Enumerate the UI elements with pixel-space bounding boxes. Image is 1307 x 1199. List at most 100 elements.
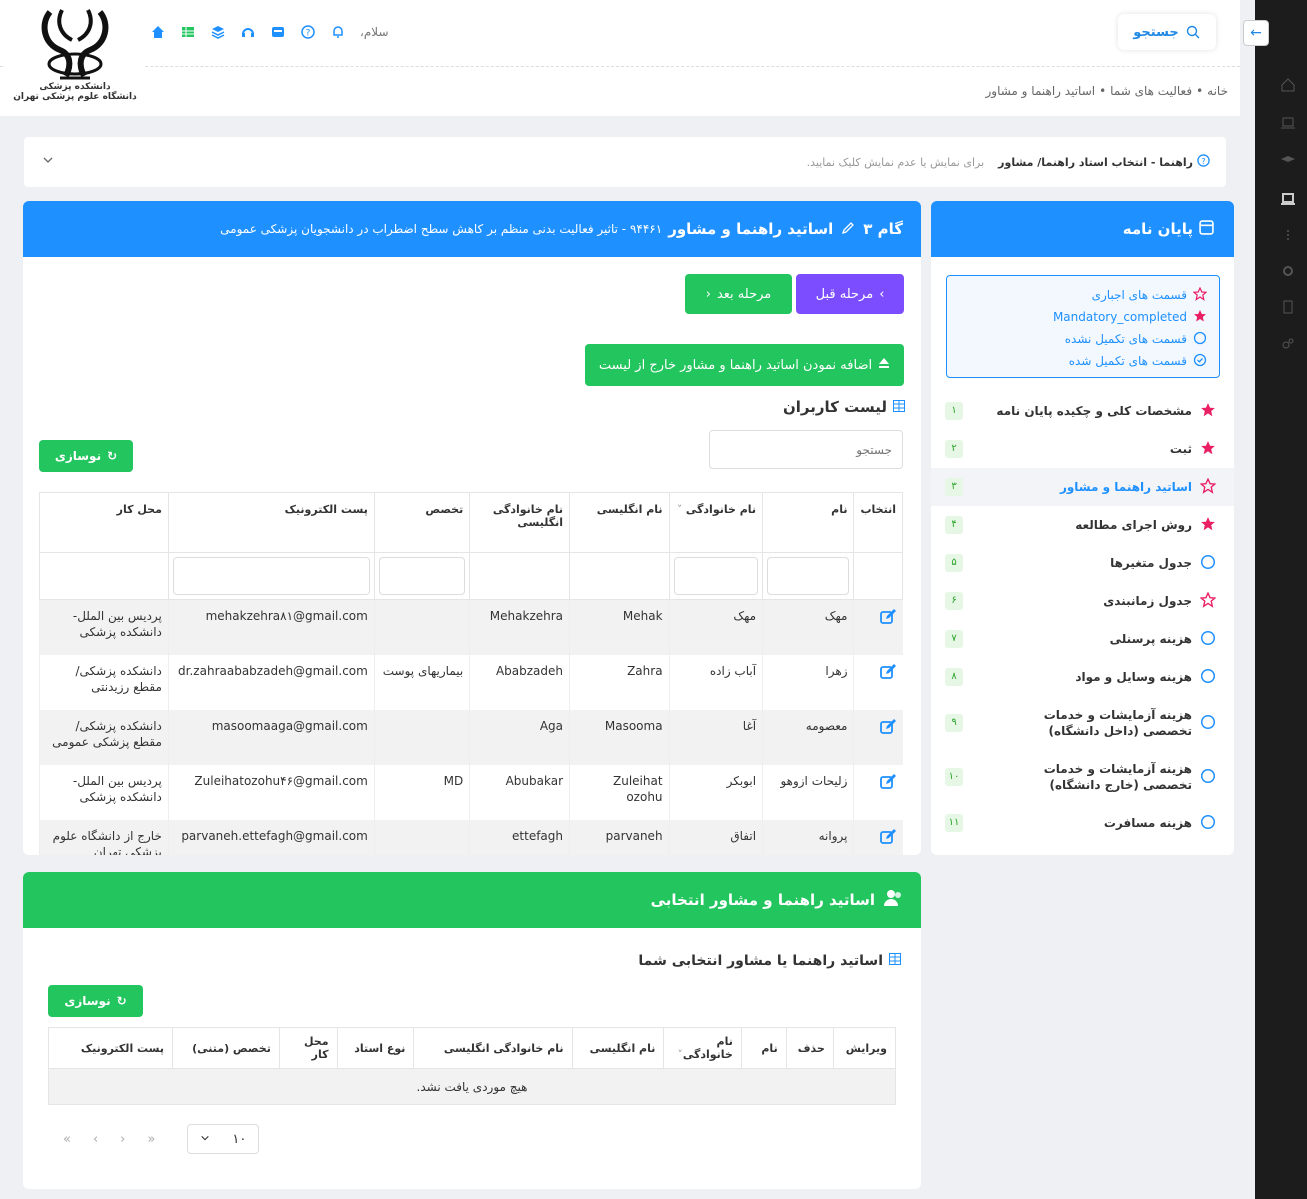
help-circle-icon: ? (1197, 154, 1210, 170)
sidebar-item-register[interactable]: ثبت ۲ (931, 430, 1234, 468)
cell-english-last-name: Aga (469, 709, 570, 765)
inbox-icon[interactable] (270, 24, 286, 40)
prev-step-button[interactable]: › مرحله قبل (796, 274, 904, 314)
step-number-badge: ۹ (945, 714, 963, 732)
col-email[interactable]: پست الکترونیک (47, 1027, 174, 1069)
filter-first-name-input[interactable] (767, 557, 850, 595)
sidebar-item-travel-cost[interactable]: هزینه مسافرت ۱۱ (931, 804, 1234, 842)
sidebar-item-lab-internal[interactable]: هزینه آزمایشات و خدمات تخصصی (داخل دانشگ… (931, 696, 1234, 750)
users-search-input[interactable] (709, 430, 903, 469)
sidebar-item-equipment-cost[interactable]: هزینه وسایل و مواد ۸ (931, 658, 1234, 696)
header-divider (0, 66, 1240, 67)
edit-icon[interactable] (879, 718, 897, 736)
col-edit: ویرایش (832, 1027, 897, 1069)
users-list-title: لیست کاربران (783, 398, 905, 416)
page-size-select[interactable]: ۱۰ (187, 1124, 260, 1154)
add-external-advisor-button[interactable]: اضافه نمودن اساتید راهنما و مشاور خارج ا… (585, 344, 904, 386)
star-outline-icon (1199, 476, 1217, 497)
next-page-icon[interactable]: › (120, 1132, 125, 1147)
empty-row: هیچ موردی یافت نشد. (48, 1068, 896, 1105)
sidebar-item-schedule[interactable]: جدول زمانبندی ۶ (931, 582, 1234, 620)
sidebar-item-label: هزینه وسایل و مواد (1075, 670, 1192, 684)
edit-icon[interactable] (879, 773, 897, 791)
rail-gears-icon[interactable] (1281, 336, 1295, 350)
filter-last-name-input[interactable] (673, 557, 759, 595)
help-icon[interactable]: ? (300, 24, 316, 40)
cell-email: parvaneh.ettefagh@gmail.com (167, 819, 375, 855)
step-number-badge: ۱۰ (945, 768, 963, 786)
bell-icon[interactable] (330, 24, 346, 40)
step-header: گام ۳ اساتید راهنما و مشاور ۹۴۴۶۱ - تاثی… (23, 201, 921, 257)
cell-english-last-name: ettefagh (469, 819, 570, 855)
col-workplace[interactable]: محل کار (39, 492, 169, 553)
next-step-button[interactable]: مرحله بعد ‹ (685, 274, 792, 314)
guide-bar[interactable]: ? راهنما - انتخاب استاد راهنما/ مشاور بر… (24, 137, 1226, 187)
pagination: « ‹ › » ۱۰ (63, 1124, 260, 1154)
step-panel: گام ۳ اساتید راهنما و مشاور ۹۴۴۶۱ - تاثی… (23, 201, 921, 855)
edit-icon[interactable] (879, 828, 897, 846)
sidebar-item-general[interactable]: مشخصات کلی و چکیده پایان نامه ۱ (931, 392, 1234, 430)
rail-laptop-icon[interactable] (1281, 116, 1295, 130)
rail-more-icon[interactable] (1281, 228, 1295, 242)
check-circle-icon (1193, 353, 1207, 370)
rail-graduation-icon[interactable] (1281, 154, 1295, 168)
prev-page-icon[interactable]: ‹ (93, 1132, 98, 1147)
sidebar-item-personnel-cost[interactable]: هزینه پرسنلی ۷ (931, 620, 1234, 658)
col-first-name[interactable]: نام (740, 1027, 787, 1069)
cell-specialty (373, 599, 470, 655)
first-page-icon[interactable]: « (63, 1132, 71, 1147)
home-icon[interactable] (150, 24, 166, 40)
last-page-icon[interactable]: » (147, 1132, 155, 1147)
col-specialty[interactable]: تخصص (373, 492, 471, 553)
rail-settings-icon[interactable] (1281, 264, 1295, 278)
university-logo[interactable]: دانشکده پزشکی دانشگاه علوم پزشکی تهران (5, 4, 145, 114)
col-workplace[interactable]: محل کار (278, 1027, 338, 1069)
search-icon (1185, 24, 1201, 40)
selected-advisors-title: اساتید راهنما و مشاور انتخابی (650, 891, 875, 909)
col-english-first-name[interactable]: نام انگلیسی (569, 492, 670, 553)
filter-specialty-input[interactable] (378, 557, 466, 595)
col-email[interactable]: پست الکترونیک (167, 492, 375, 553)
col-last-name[interactable]: نام خانوادگی˅ (663, 1027, 742, 1069)
breadcrumb-home[interactable]: خانه (1207, 84, 1228, 98)
refresh-users-button[interactable]: ↻ نوسازی (39, 440, 133, 472)
col-advisor-type[interactable]: نوع استاد (336, 1027, 415, 1069)
cell-email: mehakzehra۸۱@gmail.com (167, 599, 375, 655)
refresh-selected-button[interactable]: ↻ نوسازی (48, 985, 143, 1017)
step-subtitle: ۹۴۴۶۱ - تاثیر فعالیت بدنی منظم بر کاهش س… (220, 222, 663, 236)
edit-icon[interactable] (879, 663, 897, 681)
sidebar-item-variables[interactable]: جدول متغیرها ۵ (931, 544, 1234, 582)
col-last-name[interactable]: نام خانوادگی ˅ (668, 492, 764, 553)
col-english-last-name[interactable]: نام خانوادگی انگلیسی (413, 1027, 573, 1069)
sidebar-item-label: جدول زمانبندی (1103, 594, 1192, 608)
rail-home-icon[interactable] (1281, 78, 1295, 92)
col-first-name[interactable]: نام (762, 492, 855, 553)
col-english-last-name[interactable]: نام خانوادگی انگلیسی (469, 492, 571, 553)
breadcrumb-activities[interactable]: فعالیت های شما (1110, 84, 1192, 98)
col-specialty-text[interactable]: تخصص (متنی) (172, 1027, 280, 1069)
chevron-down-icon[interactable] (42, 154, 54, 169)
sidebar-item-label: هزینه مسافرت (1103, 816, 1192, 830)
col-english-first-name[interactable]: نام انگلیسی (571, 1027, 665, 1069)
rail-laptop-active-icon[interactable] (1281, 192, 1295, 206)
sidebar-item-method[interactable]: روش اجرای مطالعه ۴ (931, 506, 1234, 544)
header-search-button[interactable]: جستجو (1118, 14, 1216, 50)
filter-email-input[interactable] (172, 557, 370, 595)
support-icon[interactable] (240, 24, 256, 40)
star-outline-icon (1192, 286, 1208, 304)
edit-icon[interactable] (879, 608, 897, 626)
cell-english-last-name: Ababzadeh (469, 654, 570, 710)
rail-document-icon[interactable] (1281, 300, 1295, 314)
sidebar-item-lab-external[interactable]: هزینه آزمایشات و خدمات تخصصی (خارج دانشگ… (931, 750, 1234, 804)
table-icon[interactable] (180, 24, 196, 40)
collapse-sidebar-button[interactable]: ← (1243, 20, 1269, 46)
layers-icon[interactable] (210, 24, 226, 40)
sidebar-steps: مشخصات کلی و چکیده پایان نامه ۱ ثبت ۲ اس… (931, 392, 1234, 842)
circle-icon (1200, 668, 1216, 687)
selected-advisors-panel: اساتید راهنما و مشاور انتخابی اساتید راه… (23, 872, 921, 1189)
logo-emblem-icon (41, 9, 109, 80)
cell-workplace: پردیس بین الملل- دانشکده پزشکی (39, 764, 169, 820)
sidebar-item-advisors[interactable]: اساتید راهنما و مشاور ۳ (931, 468, 1234, 506)
star-filled-icon (1200, 402, 1216, 421)
sidebar-header: پایان نامه (931, 201, 1234, 257)
